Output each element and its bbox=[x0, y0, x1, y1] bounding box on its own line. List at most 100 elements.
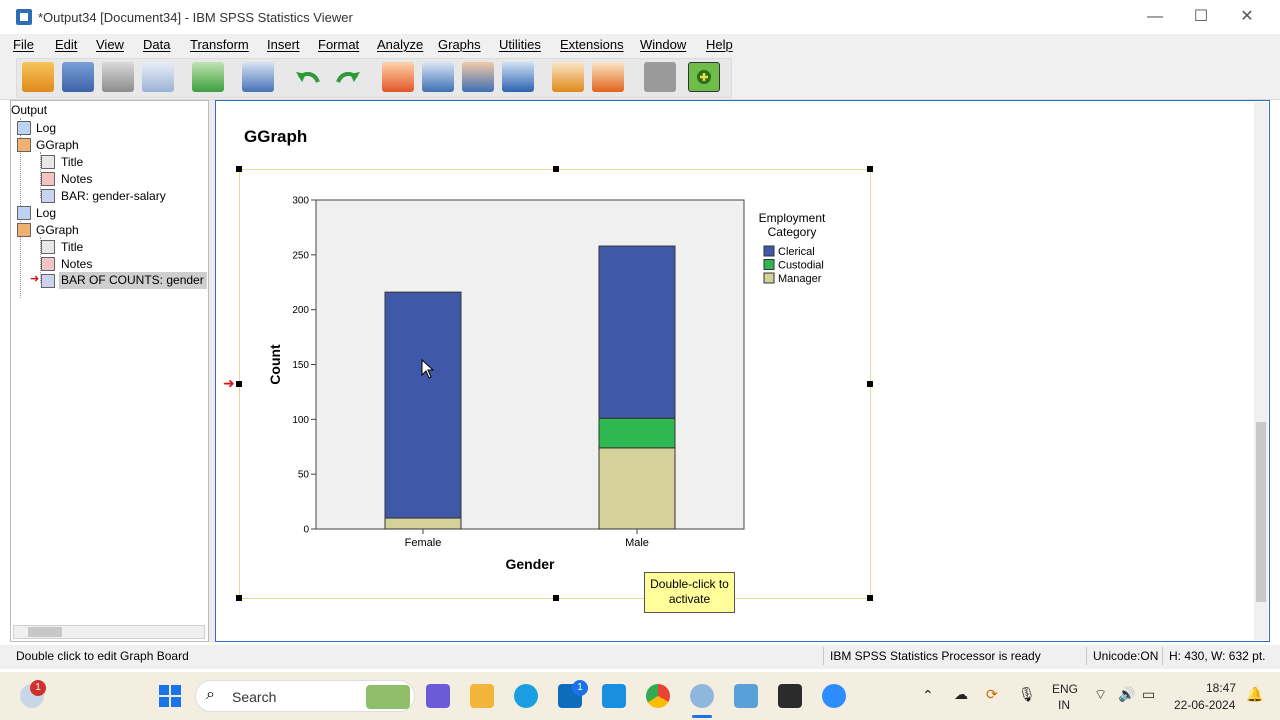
title-icon bbox=[41, 155, 55, 169]
y-tick-label: 150 bbox=[292, 360, 309, 371]
export-icon[interactable] bbox=[192, 62, 224, 92]
status-dimensions: H: 430, W: 632 pt. bbox=[1162, 647, 1266, 665]
y-tick-label: 100 bbox=[292, 415, 309, 426]
scrollbar-thumb[interactable] bbox=[1256, 422, 1266, 602]
ggraph-icon bbox=[17, 138, 31, 152]
language-bottom[interactable]: IN bbox=[1058, 698, 1070, 712]
redo-icon[interactable] bbox=[332, 62, 364, 92]
designate-window-icon[interactable] bbox=[552, 62, 584, 92]
menu-extensions[interactable]: Extensions bbox=[560, 37, 624, 52]
clock-date[interactable]: 22-06-2024 bbox=[1174, 698, 1235, 712]
outline-item-log[interactable]: Log bbox=[36, 206, 56, 220]
search-icon: ⌕ bbox=[206, 686, 215, 703]
menu-data[interactable]: Data bbox=[143, 37, 170, 52]
stacked-bar-chart[interactable]: 0 50 100 150 200 250 300 Female Male Count Gend… bbox=[240, 170, 872, 600]
undo-icon[interactable] bbox=[292, 62, 324, 92]
legend-entry: Manager bbox=[778, 273, 822, 285]
onedrive-icon[interactable]: ☁ bbox=[954, 686, 968, 703]
menu-insert[interactable]: Insert bbox=[267, 37, 300, 52]
y-axis: 0 50 100 150 200 250 300 bbox=[292, 196, 316, 536]
menu-format[interactable]: Format bbox=[318, 37, 359, 52]
menu-view[interactable]: View bbox=[96, 37, 124, 52]
maximize-button[interactable]: ☐ bbox=[1178, 4, 1224, 30]
menu-edit[interactable]: Edit bbox=[55, 37, 77, 52]
save-icon[interactable] bbox=[62, 62, 94, 92]
chevron-up-icon[interactable]: ⌃ bbox=[922, 687, 934, 704]
toolbar bbox=[0, 56, 1280, 100]
tooltip-line-2: activate bbox=[668, 592, 711, 606]
outline-item-notes[interactable]: Notes bbox=[61, 257, 92, 271]
chrome-icon[interactable] bbox=[646, 684, 670, 708]
recall-dialog-icon[interactable] bbox=[242, 62, 274, 92]
outline-horizontal-scrollbar[interactable] bbox=[13, 625, 205, 639]
y-axis-label: Count bbox=[267, 344, 283, 385]
outline-item-bar-gender-salary[interactable]: BAR: gender-salary bbox=[61, 189, 166, 203]
windows-taskbar: 1 ⌕ Search 1 ⌃ ☁ ⟳ 🎙 ENG IN ⌔ 🔊 ▭ 18:47 … bbox=[0, 672, 1280, 720]
goto-variable-icon[interactable] bbox=[422, 62, 454, 92]
edge-browser-icon[interactable] bbox=[514, 684, 538, 708]
bar-segment-custodial bbox=[598, 417, 676, 449]
windows-start-icon[interactable] bbox=[158, 684, 182, 708]
current-item-arrow-icon: ➜ bbox=[223, 375, 235, 391]
close-button[interactable]: ✕ bbox=[1224, 4, 1270, 30]
teams-icon[interactable] bbox=[426, 684, 450, 708]
menu-transform[interactable]: Transform bbox=[190, 37, 249, 52]
mouse-cursor-icon bbox=[421, 358, 435, 382]
menu-help[interactable]: Help bbox=[706, 37, 733, 52]
terminal-icon[interactable] bbox=[778, 684, 802, 708]
menu-file[interactable]: File bbox=[13, 37, 34, 52]
search-placeholder: Search bbox=[232, 689, 277, 705]
show-all-output-icon[interactable] bbox=[592, 62, 624, 92]
battery-icon[interactable]: ▭ bbox=[1142, 686, 1155, 703]
notification-badge: 1 bbox=[30, 680, 46, 696]
outline-pane: Output Log GGraph Title Notes BAR: gende… bbox=[10, 100, 209, 642]
status-processor: IBM SPSS Statistics Processor is ready bbox=[823, 647, 1041, 665]
legend-title: Employment bbox=[759, 211, 826, 225]
open-folder-icon[interactable] bbox=[22, 62, 54, 92]
legend-title: Category bbox=[768, 225, 817, 239]
zoom-icon[interactable] bbox=[822, 684, 846, 708]
microphone-icon[interactable]: 🎙 bbox=[1018, 686, 1036, 703]
menu-graphs[interactable]: Graphs bbox=[438, 37, 481, 52]
insert-cases-icon[interactable] bbox=[462, 62, 494, 92]
scrollbar-thumb[interactable] bbox=[28, 627, 62, 637]
legend-swatch bbox=[763, 272, 775, 284]
outline-item-bar-of-counts-gender[interactable]: BAR OF COUNTS: gender bbox=[59, 272, 207, 289]
outline-item-title[interactable]: Title bbox=[61, 240, 83, 254]
menu-analyze[interactable]: Analyze bbox=[377, 37, 423, 52]
clock-time[interactable]: 18:47 bbox=[1206, 681, 1236, 695]
goto-data-icon[interactable] bbox=[382, 62, 414, 92]
bar-segment-manager bbox=[598, 447, 676, 530]
outline-item-ggraph[interactable]: GGraph bbox=[36, 223, 79, 237]
menu-utilities[interactable]: Utilities bbox=[499, 37, 541, 52]
outline-item-ggraph[interactable]: GGraph bbox=[36, 138, 79, 152]
insert-variable-icon[interactable] bbox=[502, 62, 534, 92]
minimize-button[interactable]: — bbox=[1132, 4, 1178, 30]
print-preview-icon[interactable] bbox=[142, 62, 174, 92]
print-icon[interactable] bbox=[102, 62, 134, 92]
language-top[interactable]: ENG bbox=[1052, 682, 1078, 696]
file-explorer-icon[interactable] bbox=[470, 684, 494, 708]
hide-icon[interactable] bbox=[644, 62, 676, 92]
legend-entry: Clerical bbox=[778, 246, 815, 258]
volume-icon[interactable]: 🔊 bbox=[1118, 686, 1135, 703]
outline-item-log[interactable]: Log bbox=[36, 121, 56, 135]
notifications-bell-icon[interactable]: 🔔 bbox=[1246, 686, 1263, 703]
remote-desktop-icon[interactable] bbox=[734, 684, 758, 708]
legend-swatch bbox=[763, 245, 775, 257]
sync-icon[interactable]: ⟳ bbox=[986, 686, 998, 703]
legend-swatch bbox=[763, 259, 775, 270]
spss-taskbar-icon[interactable] bbox=[690, 684, 714, 708]
outline-item-notes[interactable]: Notes bbox=[61, 172, 92, 186]
log-icon bbox=[17, 121, 31, 135]
chart-frame[interactable]: 0 50 100 150 200 250 300 Female Male Count Gend… bbox=[236, 166, 873, 601]
status-hint: Double click to edit Graph Board bbox=[16, 649, 189, 663]
content-vertical-scrollbar[interactable] bbox=[1254, 102, 1268, 640]
outlook-icon[interactable] bbox=[602, 684, 626, 708]
wifi-icon[interactable]: ⌔ bbox=[1094, 686, 1107, 704]
taskbar-search[interactable]: ⌕ Search bbox=[195, 680, 415, 712]
menu-window[interactable]: Window bbox=[640, 37, 686, 52]
add-output-icon[interactable] bbox=[688, 62, 720, 92]
outline-item-title[interactable]: Title bbox=[61, 155, 83, 169]
outline-root[interactable]: Output bbox=[11, 103, 47, 117]
